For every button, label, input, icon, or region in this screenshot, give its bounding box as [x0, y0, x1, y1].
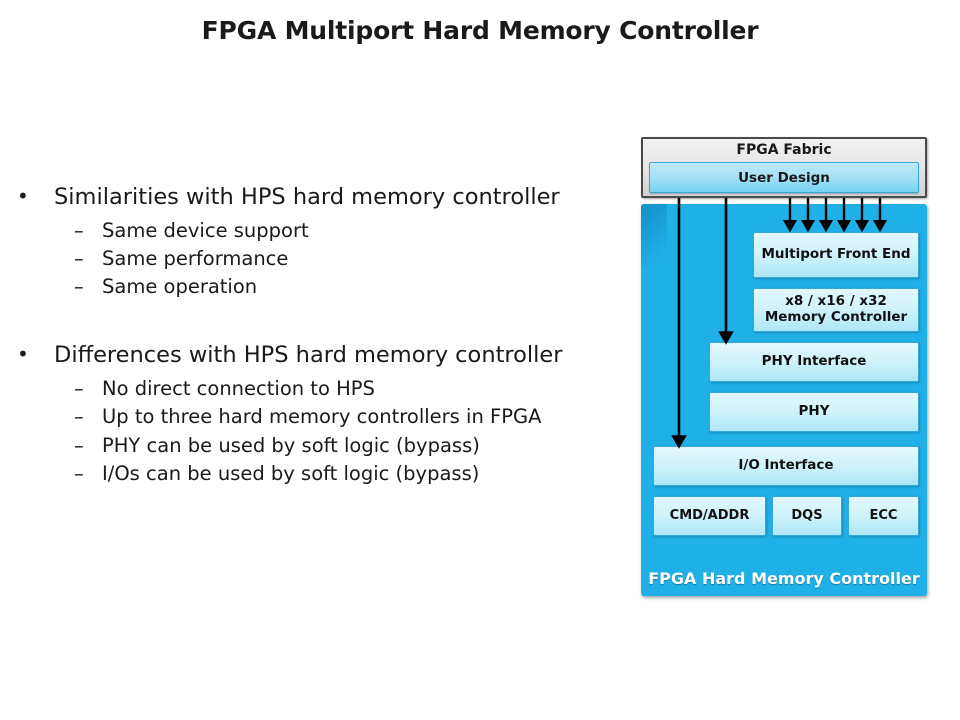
page-title: FPGA Multiport Hard Memory Controller: [201, 16, 759, 45]
fpga-fabric-label: FPGA Fabric: [736, 142, 832, 158]
bullet-heading-text: Differences with HPS hard memory control…: [54, 342, 563, 369]
container-shade: [641, 204, 667, 266]
block-ecc: ECC: [848, 496, 919, 536]
bullet-group-spacer: [14, 301, 629, 341]
dash-marker-icon: –: [74, 377, 84, 401]
sub-bullet-text: Same operation: [102, 275, 258, 299]
sub-bullet-same-performance: – Same performance: [14, 245, 629, 273]
bullet-heading-differences: • Differences with HPS hard memory contr…: [14, 341, 629, 371]
bullet-marker-icon: •: [17, 342, 29, 367]
block-multiport-front-end: Multiport Front End: [753, 232, 919, 278]
fpga-hard-memory-controller-container: Multiport Front End x8 / x16 / x32 Memor…: [641, 204, 927, 596]
user-design-box: User Design: [649, 162, 919, 193]
container-label: FPGA Hard Memory Controller: [648, 569, 920, 588]
bullet-body: • Similarities with HPS hard memory cont…: [14, 183, 629, 488]
dash-marker-icon: –: [74, 405, 84, 429]
bullet-heading-similarities: • Similarities with HPS hard memory cont…: [14, 183, 629, 213]
dash-marker-icon: –: [74, 275, 84, 299]
dash-marker-icon: –: [74, 433, 84, 457]
user-design-label: User Design: [738, 169, 830, 186]
sub-bullet-up-to-three: – Up to three hard memory controllers in…: [14, 403, 629, 431]
sub-bullet-same-operation: – Same operation: [14, 273, 629, 301]
block-phy-interface: PHY Interface: [709, 342, 919, 382]
architecture-diagram: FPGA Fabric User Design Multiport Front …: [638, 134, 930, 600]
dash-marker-icon: –: [74, 461, 84, 485]
block-cmd-addr: CMD/ADDR: [653, 496, 766, 536]
sub-bullet-text: Up to three hard memory controllers in F…: [102, 405, 542, 429]
sub-bullet-text: I/Os can be used by soft logic (bypass): [102, 461, 480, 485]
block-io-interface: I/O Interface: [653, 446, 919, 486]
block-dqs: DQS: [772, 496, 842, 536]
dash-marker-icon: –: [74, 246, 84, 270]
sub-bullet-phy-soft-logic: – PHY can be used by soft logic (bypass): [14, 432, 629, 460]
dash-marker-icon: –: [74, 218, 84, 242]
sub-bullet-text: PHY can be used by soft logic (bypass): [102, 433, 480, 457]
sub-bullet-text: Same device support: [102, 218, 309, 242]
slide: FPGA Multiport Hard Memory Controller • …: [0, 0, 960, 720]
block-phy: PHY: [709, 392, 919, 432]
sub-bullet-text: Same performance: [102, 246, 289, 270]
fpga-fabric-box: FPGA Fabric User Design: [641, 137, 927, 198]
sub-bullet-ios-soft-logic: – I/Os can be used by soft logic (bypass…: [14, 460, 629, 488]
bullet-marker-icon: •: [17, 184, 29, 208]
sub-bullet-no-direct-connection: – No direct connection to HPS: [14, 375, 629, 403]
bullet-heading-text: Similarities with HPS hard memory contro…: [54, 184, 560, 210]
block-memory-controller: x8 / x16 / x32 Memory Controller: [753, 288, 919, 332]
sub-bullet-text: No direct connection to HPS: [102, 377, 375, 401]
sub-bullet-same-device-support: – Same device support: [14, 217, 629, 245]
